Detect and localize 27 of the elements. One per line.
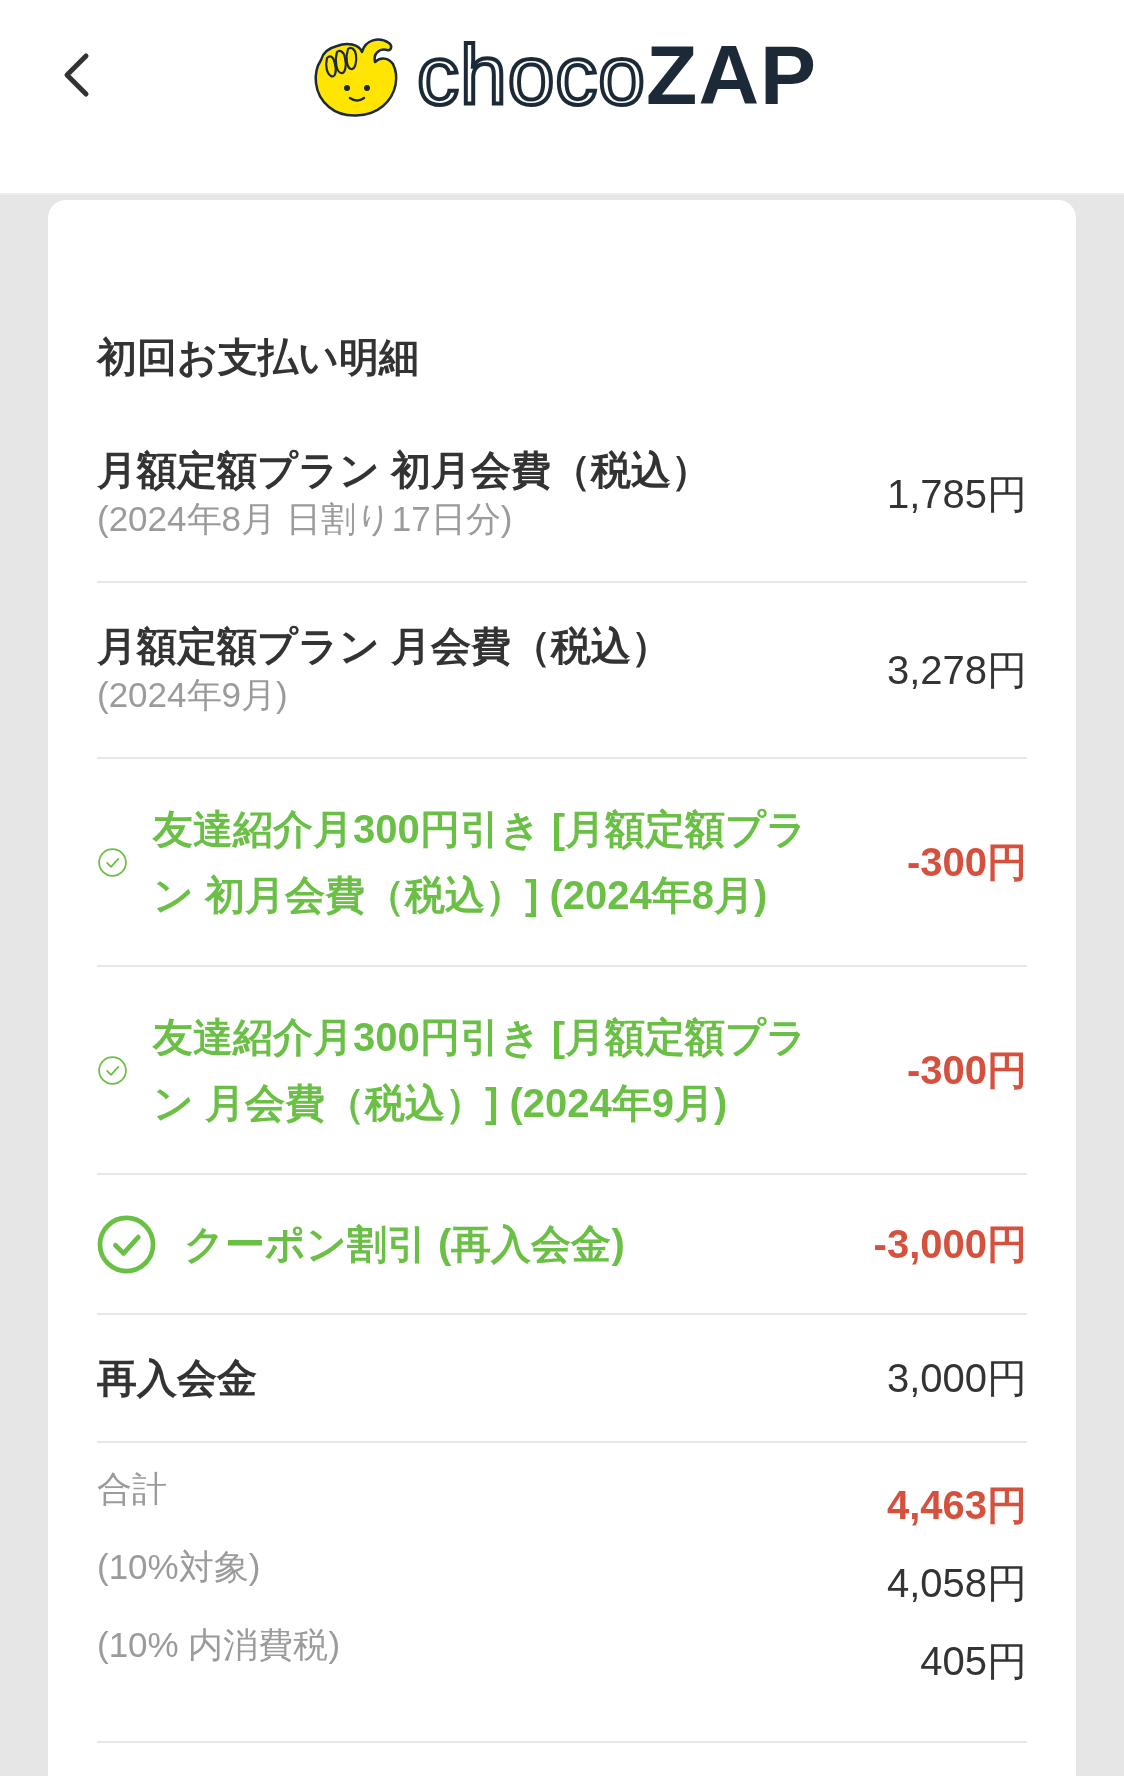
- summary-label: (10%対象): [97, 1546, 261, 1588]
- discount-label: クーポン割引 (再入会金): [184, 1221, 625, 1268]
- summary-label: (10% 内消費税): [97, 1624, 341, 1666]
- total-amount: 4,463円: [886, 1482, 1027, 1528]
- item-amount: 3,000円: [886, 1355, 1027, 1402]
- back-button[interactable]: [62, 52, 90, 98]
- check-circle-icon: [97, 1214, 156, 1274]
- section-title: 初回お支払い明細: [97, 334, 420, 381]
- summary-amount: 4,058円: [886, 1560, 1027, 1606]
- item-label: 再入会金: [97, 1355, 257, 1402]
- discount-amount: -3,000円: [873, 1221, 1027, 1268]
- discount-label: 友達紹介月300円引き [月額定額プラン 初月会費（税込）] (2024年8月): [153, 806, 809, 919]
- logo-wordmark: chocoZAP: [416, 30, 818, 120]
- back-icon: [62, 52, 90, 98]
- check-circle-icon: [98, 1055, 127, 1085]
- discount-amount: -300円: [906, 1047, 1027, 1094]
- item-label: 月額定額プラン 初月会費（税込）: [97, 447, 712, 494]
- check-circle-icon: [98, 847, 127, 877]
- item-amount: 3,278円: [886, 647, 1027, 694]
- item-note: (2024年9月): [97, 674, 289, 716]
- summary-label: 合計: [97, 1468, 167, 1510]
- item-label: 月額定額プラン 月会費（税込）: [97, 623, 672, 670]
- discount-amount: -300円: [906, 839, 1027, 886]
- item-note: (2024年8月 日割り17日分): [97, 498, 514, 540]
- item-amount: 1,785円: [886, 471, 1027, 518]
- summary-amount: 405円: [920, 1638, 1027, 1684]
- discount-label: 友達紹介月300円引き [月額定額プラン 月会費（税込）] (2024年9月): [153, 1014, 809, 1127]
